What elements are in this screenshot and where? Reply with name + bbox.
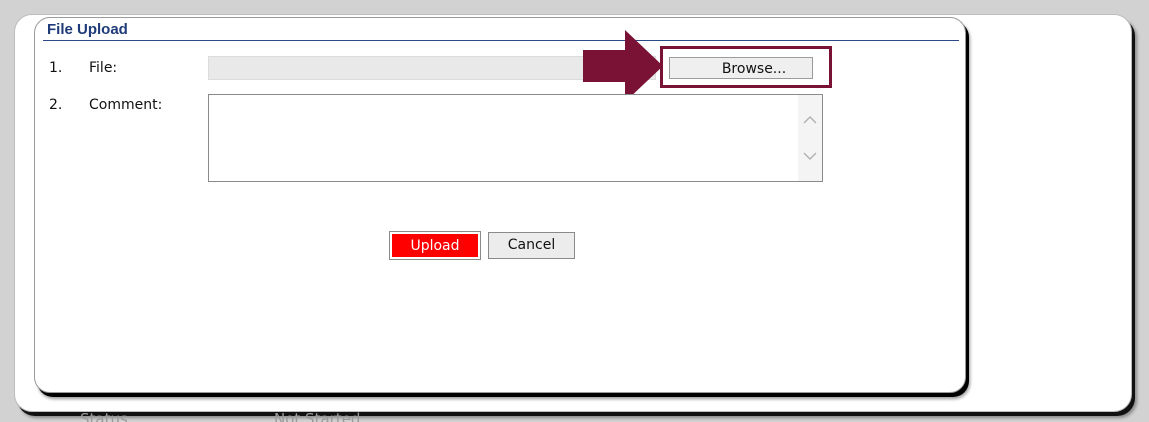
chevron-down-icon[interactable] (803, 149, 817, 163)
title-divider (43, 40, 959, 41)
chevron-up-icon[interactable] (803, 113, 817, 127)
dialog-title: File Upload (47, 21, 128, 38)
right-arrow-icon (583, 30, 663, 102)
annotation-highlight-box (660, 46, 832, 88)
background-status-value: Not Started (274, 410, 361, 422)
row-number-comment: 2. (49, 97, 63, 113)
upload-button[interactable]: Upload (389, 231, 481, 260)
screen: Status: Not Started File Upload 1. File:… (0, 0, 1149, 422)
cancel-button[interactable]: Cancel (488, 232, 575, 259)
file-label: File: (89, 60, 118, 76)
comment-scrollbar[interactable] (798, 95, 822, 181)
background-status-label: Status: (80, 410, 133, 422)
file-upload-dialog: File Upload 1. File: 2. Comment: Browse.… (34, 17, 966, 393)
comment-label: Comment: (89, 97, 163, 113)
row-number-file: 1. (49, 60, 63, 76)
comment-textarea[interactable] (208, 94, 823, 182)
